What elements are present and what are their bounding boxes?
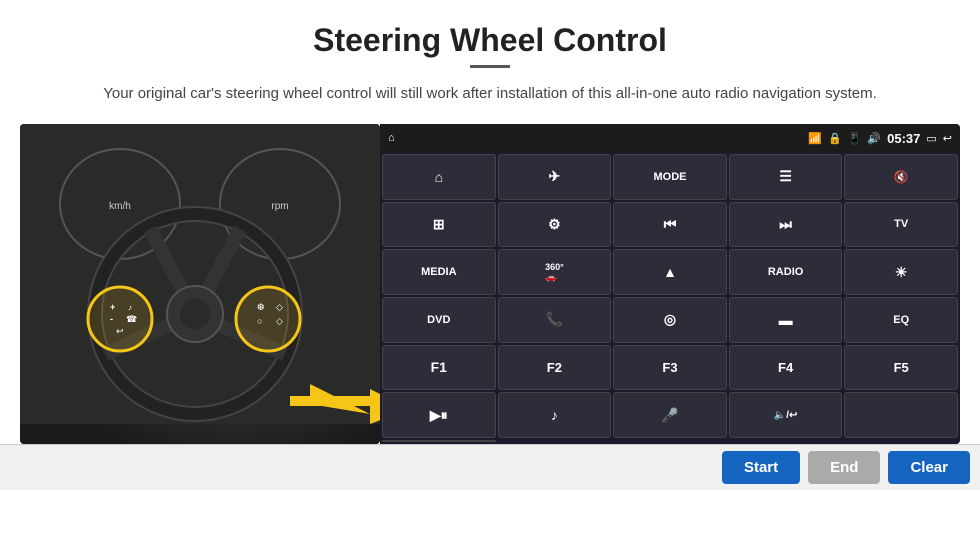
btn-volmute[interactable]: 🔈/↩	[729, 392, 843, 438]
btn-media[interactable]: MEDIA	[382, 249, 496, 295]
content-area: km/h rpm + - ♪ ☎ ↩	[0, 124, 980, 444]
status-bar-right: 📶 🔒 📱 🔊 05:37 ▭ ↩	[808, 131, 952, 146]
subtitle: Your original car's steering wheel contr…	[0, 82, 980, 106]
svg-text:❆: ❆	[257, 302, 265, 312]
start-button[interactable]: Start	[722, 451, 800, 484]
btn-mute[interactable]: 🔇	[844, 154, 958, 200]
status-bar-left: ⌂	[388, 132, 395, 144]
page-title: Steering Wheel Control	[0, 0, 980, 65]
steering-wheel-svg: km/h rpm + - ♪ ☎ ↩	[20, 124, 380, 424]
screen-icon: ▭	[926, 132, 936, 145]
btn-playpause[interactable]: ▶⏸	[382, 392, 496, 438]
btn-apps[interactable]: ⊞	[382, 202, 496, 248]
btn-mic[interactable]: 🎤	[613, 392, 727, 438]
btn-prev[interactable]: ⏮	[613, 202, 727, 248]
btn-f5[interactable]: F5	[844, 345, 958, 391]
btn-eject[interactable]: ▲	[613, 249, 727, 295]
btn-home[interactable]: ⌂	[382, 154, 496, 200]
svg-text:♪: ♪	[128, 303, 132, 312]
end-button[interactable]: End	[808, 451, 880, 484]
time-display: 05:37	[887, 131, 920, 146]
btn-f1[interactable]: F1	[382, 345, 496, 391]
back-icon: ↩	[943, 132, 952, 145]
btn-nav[interactable]: ✈	[498, 154, 612, 200]
svg-text:↩: ↩	[116, 326, 124, 336]
btn-tv[interactable]: TV	[844, 202, 958, 248]
clear-button[interactable]: Clear	[888, 451, 970, 484]
svg-text:+: +	[110, 302, 115, 312]
btn-window[interactable]: ▬	[729, 297, 843, 343]
wifi-icon: 📶	[808, 132, 822, 145]
btn-empty1	[844, 392, 958, 438]
svg-text:☎: ☎	[126, 314, 137, 324]
btn-navi[interactable]: ◎	[613, 297, 727, 343]
svg-text:km/h: km/h	[109, 201, 131, 212]
svg-text:◇: ◇	[276, 316, 283, 326]
btn-mode[interactable]: MODE	[613, 154, 727, 200]
status-bar: ⌂ 📶 🔒 📱 🔊 05:37 ▭ ↩	[380, 124, 960, 152]
btn-next[interactable]: ⏭	[729, 202, 843, 248]
svg-text:◇: ◇	[276, 302, 283, 312]
btn-empty2	[382, 440, 496, 442]
home-icon: ⌂	[388, 132, 395, 144]
bluetooth-icon: 🔊	[867, 132, 881, 145]
btn-radio[interactable]: RADIO	[729, 249, 843, 295]
btn-music[interactable]: ♪	[498, 392, 612, 438]
btn-list[interactable]: ☰	[729, 154, 843, 200]
car-image: km/h rpm + - ♪ ☎ ↩	[20, 124, 380, 444]
btn-f4[interactable]: F4	[729, 345, 843, 391]
btn-f3[interactable]: F3	[613, 345, 727, 391]
btn-brightness[interactable]: ☀	[844, 249, 958, 295]
button-grid: ⌂ ✈ MODE ☰ 🔇 ⊞ ⚙ ⏮ ⏭ TV MEDIA 360°🚗 ▲ RA…	[380, 152, 960, 444]
btn-phone[interactable]: 📞	[498, 297, 612, 343]
btn-f2[interactable]: F2	[498, 345, 612, 391]
svg-text:-: -	[110, 314, 113, 324]
svg-text:rpm: rpm	[271, 201, 288, 212]
lock-icon: 🔒	[828, 132, 842, 145]
sim-icon: 📱	[848, 132, 862, 145]
btn-eq[interactable]: EQ	[844, 297, 958, 343]
svg-text:○: ○	[257, 316, 262, 326]
btn-dvd[interactable]: DVD	[382, 297, 496, 343]
btn-360[interactable]: 360°🚗	[498, 249, 612, 295]
title-underline	[470, 65, 510, 68]
bottom-bar: Start End Clear	[0, 444, 980, 490]
radio-panel: ⌂ 📶 🔒 📱 🔊 05:37 ▭ ↩ ⌂ ✈ MODE ☰ 🔇 ⊞ ⚙ ⏮	[380, 124, 960, 444]
btn-settings[interactable]: ⚙	[498, 202, 612, 248]
